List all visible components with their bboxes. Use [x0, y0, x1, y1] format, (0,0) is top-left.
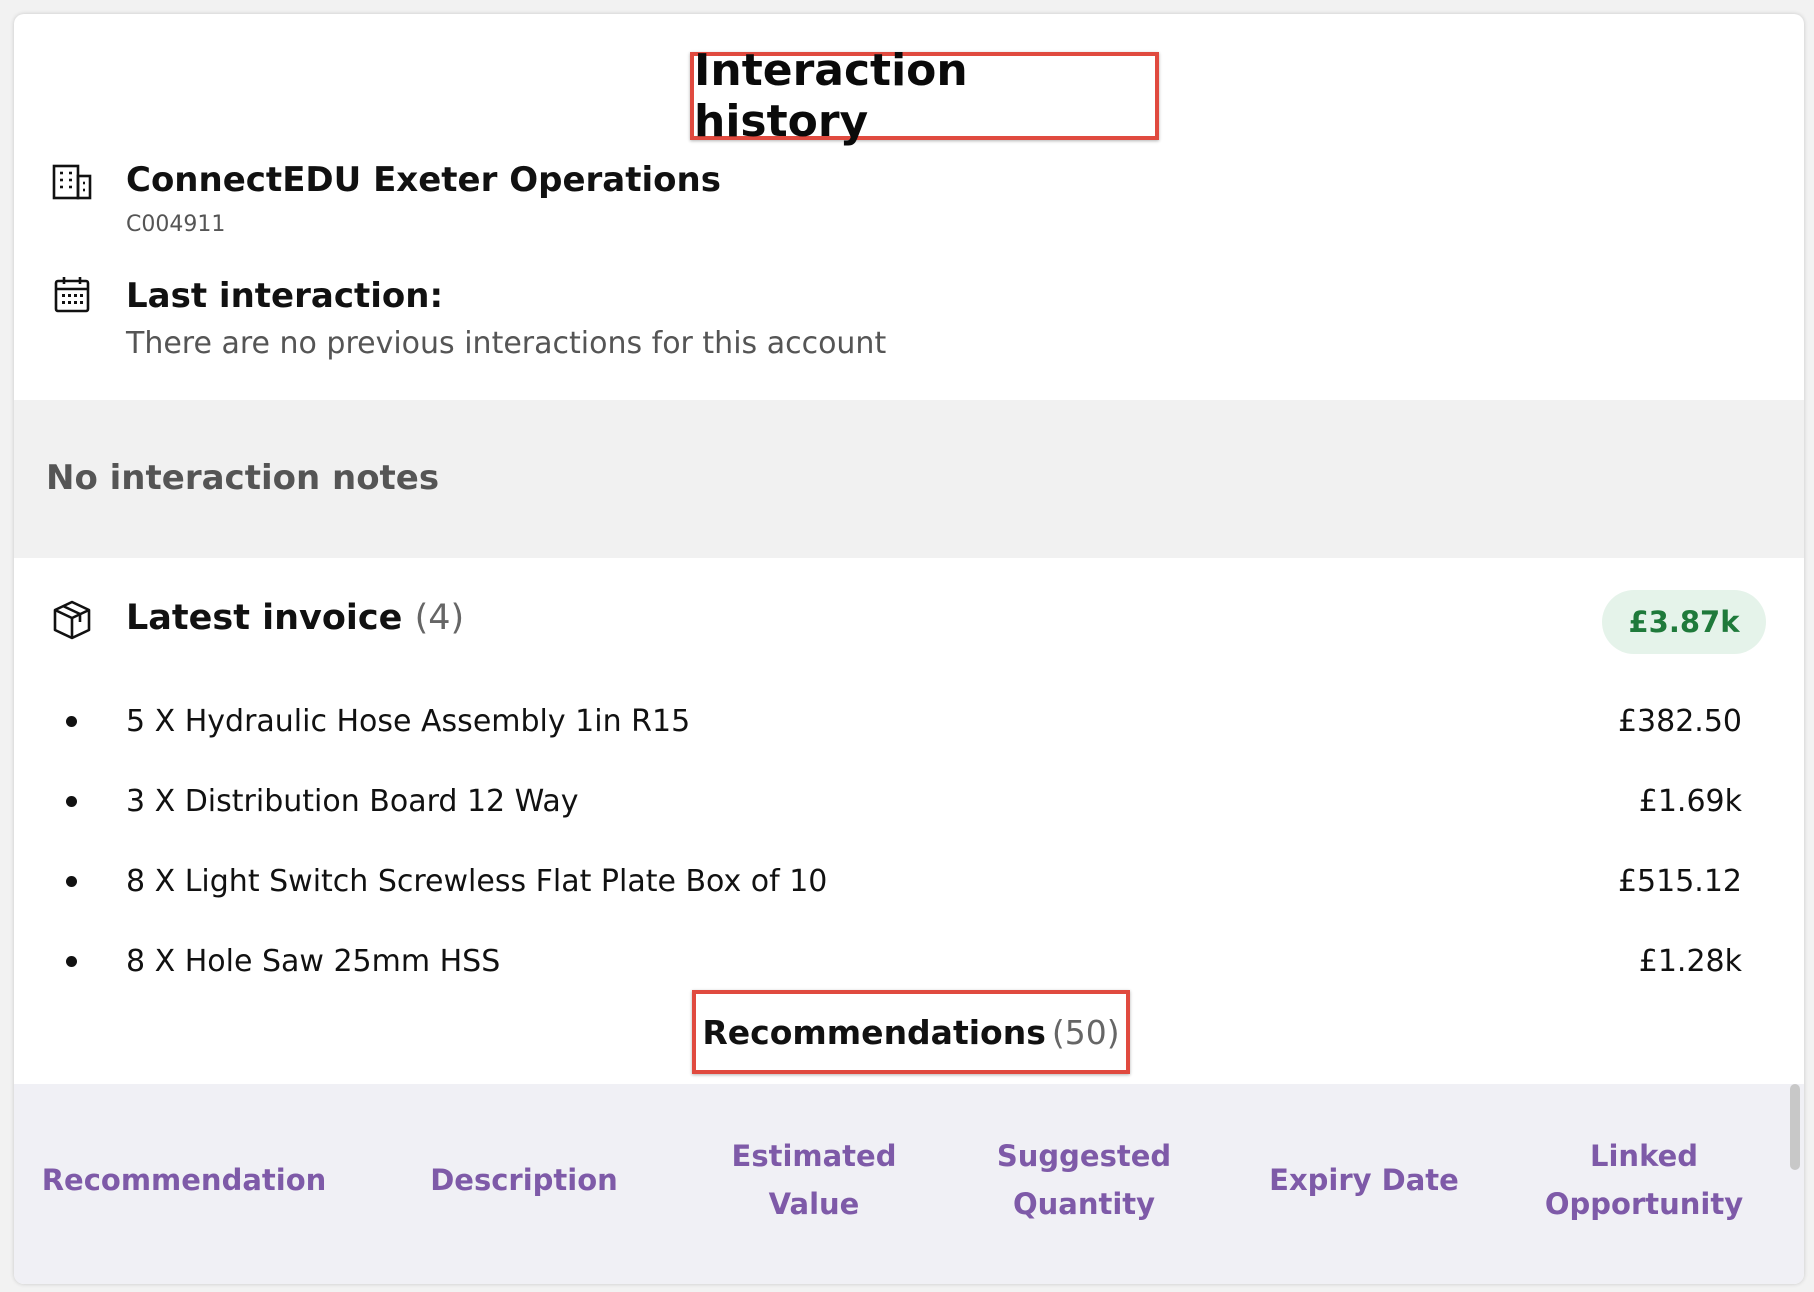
- invoice-line-item: 5 X Hydraulic Hose Assembly 1in R15 £382…: [14, 694, 1804, 754]
- invoice-line-item: 8 X Hole Saw 25mm HSS £1.28k: [14, 934, 1804, 994]
- column-header-estimated-value[interactable]: Estimated Value: [704, 1084, 924, 1276]
- vertical-scrollbar[interactable]: [1790, 1084, 1800, 1170]
- last-interaction-text: There are no previous interactions for t…: [126, 326, 887, 361]
- notes-text: No interaction notes: [46, 458, 440, 498]
- bullet: [66, 956, 77, 967]
- invoice-item-price: £382.50: [1617, 704, 1742, 739]
- invoice-total-badge: £3.87k: [1602, 590, 1766, 654]
- latest-invoice-count: (4): [414, 598, 465, 638]
- recommendations-label: Recommendations: [702, 1012, 1046, 1052]
- recommendations-table-header: Recommendation Description Estimated Val…: [14, 1084, 1804, 1284]
- column-header-description[interactable]: Description: [374, 1084, 674, 1276]
- interaction-history-panel: Interaction history ConnectEDU Exeter Op…: [14, 14, 1804, 1284]
- recommendations-count: (50): [1051, 1012, 1120, 1052]
- invoice-item-text: 8 X Light Switch Screwless Flat Plate Bo…: [126, 864, 828, 899]
- invoice-item-price: £515.12: [1617, 864, 1742, 899]
- account-id: C004911: [126, 212, 226, 237]
- latest-invoice-label: Latest invoice: [126, 598, 403, 638]
- building-icon: [50, 160, 94, 204]
- invoice-item-price: £1.69k: [1638, 784, 1742, 819]
- page-title: Interaction history: [694, 45, 968, 147]
- column-header-linked-opportunity[interactable]: Linked Opportunity: [1524, 1084, 1764, 1276]
- bullet: [66, 876, 77, 887]
- invoice-item-text: 8 X Hole Saw 25mm HSS: [126, 944, 501, 979]
- last-interaction-label: Last interaction:: [126, 276, 444, 316]
- bullet: [66, 796, 77, 807]
- calendar-icon: [50, 272, 94, 316]
- recommendations-title: Recommendations (50): [696, 994, 1126, 1070]
- invoice-line-item: 8 X Light Switch Screwless Flat Plate Bo…: [14, 854, 1804, 914]
- invoice-line-item: 3 X Distribution Board 12 Way £1.69k: [14, 774, 1804, 834]
- column-header-suggested-quantity[interactable]: Suggested Quantity: [964, 1084, 1204, 1276]
- title-highlight: Interaction history: [690, 45, 1159, 147]
- latest-invoice-title: Latest invoice (4): [126, 598, 464, 638]
- package-icon: [50, 598, 94, 642]
- invoice-item-text: 3 X Distribution Board 12 Way: [126, 784, 579, 819]
- bullet: [66, 716, 77, 727]
- invoice-item-price: £1.28k: [1638, 944, 1742, 979]
- column-header-expiry-date[interactable]: Expiry Date: [1234, 1084, 1494, 1276]
- account-name: ConnectEDU Exeter Operations: [126, 160, 721, 200]
- invoice-item-text: 5 X Hydraulic Hose Assembly 1in R15: [126, 704, 691, 739]
- recommendations-highlight: Recommendations (50): [692, 990, 1130, 1074]
- interaction-notes-section: No interaction notes: [14, 400, 1804, 558]
- column-header-recommendation[interactable]: Recommendation: [34, 1084, 334, 1276]
